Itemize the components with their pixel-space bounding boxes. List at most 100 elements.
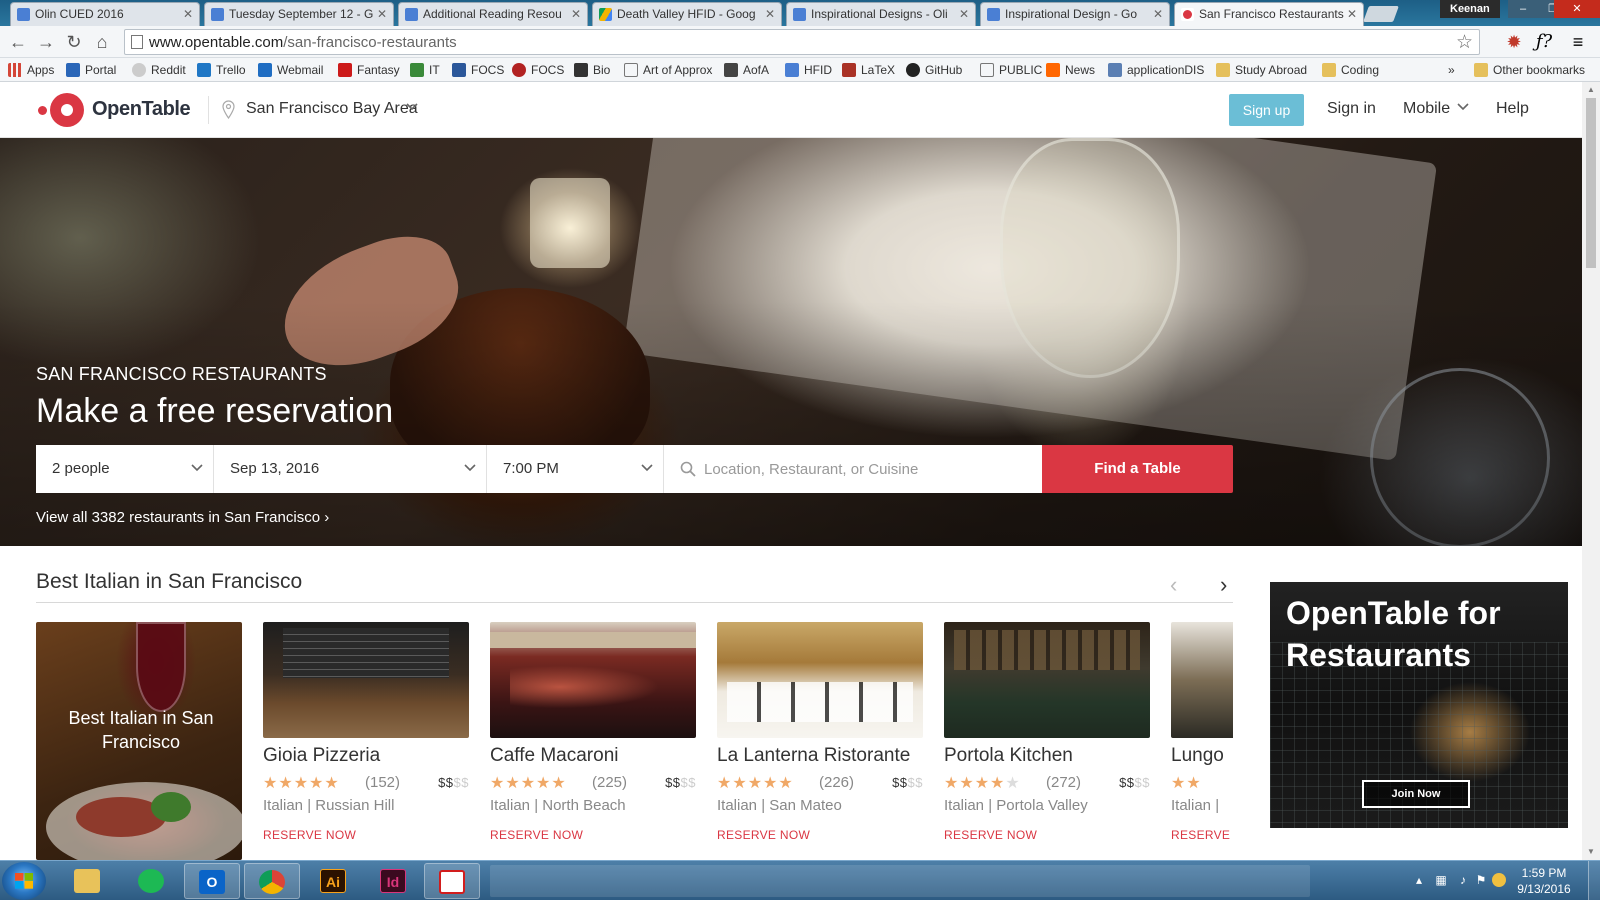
close-tab-icon[interactable]: ✕ <box>959 3 969 25</box>
site-logo[interactable]: OpenTable <box>92 98 191 121</box>
bookmark-fantasy[interactable]: Fantasy <box>338 62 400 78</box>
reserve-now-link[interactable]: RESERVE NOW <box>944 828 1037 842</box>
browser-tab[interactable]: Olin CUED 2016 ✕ <box>10 2 200 26</box>
browser-tab[interactable]: Death Valley HFID - Goog ✕ <box>592 2 782 26</box>
view-all-restaurants-link[interactable]: View all 3382 restaurants in San Francis… <box>36 509 329 526</box>
taskbar-acrobat[interactable] <box>424 863 480 899</box>
browser-tab-active[interactable]: San Francisco Restaurants ✕ <box>1174 2 1364 26</box>
sign-up-button[interactable]: Sign up <box>1229 94 1304 126</box>
chevron-down-icon[interactable] <box>1457 103 1469 111</box>
restaurant-name[interactable]: Portola Kitchen <box>944 745 1073 767</box>
help-link[interactable]: Help <box>1496 100 1529 118</box>
volume-muted-icon[interactable]: ♪ <box>1456 873 1470 887</box>
formula-extension-icon[interactable]: ƒ? <box>1532 30 1556 54</box>
restaurant-name[interactable]: La Lanterna Ristorante <box>717 745 910 767</box>
reserve-now-link[interactable]: RESERVE NOW <box>263 828 356 842</box>
bookmark-latex[interactable]: LaTeX <box>842 62 895 78</box>
restaurant-card[interactable]: La Lanterna Ristorante ★★★★★ (226) $$$$ … <box>717 622 923 860</box>
close-tab-icon[interactable]: ✕ <box>1153 3 1163 25</box>
bookmark-study-abroad[interactable]: Study Abroad <box>1216 62 1307 78</box>
restaurant-promo-banner[interactable]: OpenTable for Restaurants Join Now <box>1270 582 1568 828</box>
bookmark-coding[interactable]: Coding <box>1322 62 1379 78</box>
browser-tab[interactable]: Inspirational Designs - Oli ✕ <box>786 2 976 26</box>
reserve-now-link[interactable]: RESERVE NOW <box>490 828 583 842</box>
forward-icon[interactable]: → <box>34 30 58 54</box>
taskbar-indesign[interactable]: Id <box>366 863 422 899</box>
restaurant-name[interactable]: Gioia Pizzeria <box>263 745 380 767</box>
extension-icon[interactable]: ✹ <box>1502 30 1526 54</box>
taskbar-chrome[interactable] <box>244 863 300 899</box>
close-tab-icon[interactable]: ✕ <box>571 3 581 25</box>
bookmark-bio[interactable]: Bio <box>574 62 610 78</box>
taskbar-spotify[interactable] <box>124 863 180 899</box>
bookmark-github[interactable]: GitHub <box>906 62 962 78</box>
carousel-next-icon[interactable]: › <box>1220 572 1227 598</box>
reserve-now-link[interactable]: RESERVE NOW <box>1171 828 1233 842</box>
bookmark-reddit[interactable]: Reddit <box>132 62 186 78</box>
close-tab-icon[interactable]: ✕ <box>1347 3 1357 25</box>
close-tab-icon[interactable]: ✕ <box>765 3 775 25</box>
restaurant-card[interactable]: Lungo ★★ Italian | RESERVE NOW <box>1171 622 1233 860</box>
reload-icon[interactable]: ↻ <box>62 30 86 54</box>
bookmark-it[interactable]: IT <box>410 62 440 78</box>
chevron-down-icon[interactable] <box>406 103 418 111</box>
bookmark-applicationdis[interactable]: applicationDIS <box>1108 62 1204 78</box>
bookmark-portal[interactable]: Portal <box>66 62 116 78</box>
scroll-down-icon[interactable]: ▼ <box>1582 844 1600 860</box>
bookmark-focs[interactable]: FOCS <box>452 62 504 78</box>
minimize-icon[interactable]: – <box>1508 0 1538 18</box>
restaurant-card[interactable]: Portola Kitchen ★★★★★ (272) $$$$ Italian… <box>944 622 1150 860</box>
taskbar-outlook[interactable]: O <box>184 863 240 899</box>
mobile-menu[interactable]: Mobile <box>1403 100 1450 118</box>
bookmark-webmail[interactable]: Webmail <box>258 62 323 78</box>
bookmark-apps[interactable]: Apps <box>8 62 54 78</box>
show-desktop-button[interactable] <box>1588 861 1600 900</box>
sign-in-link[interactable]: Sign in <box>1327 100 1376 118</box>
scroll-up-icon[interactable]: ▲ <box>1582 82 1600 98</box>
new-tab-button[interactable] <box>1363 6 1399 22</box>
show-hidden-icons[interactable]: ▴ <box>1412 873 1426 887</box>
opentable-logo-icon[interactable] <box>50 93 84 127</box>
other-bookmarks[interactable]: Other bookmarks <box>1474 62 1585 78</box>
taskbar-file-explorer[interactable] <box>60 863 116 899</box>
bookmarks-overflow-button[interactable]: » <box>1448 62 1455 78</box>
time-select[interactable]: 7:00 PM <box>487 445 664 493</box>
join-now-button[interactable]: Join Now <box>1362 780 1470 808</box>
menu-icon[interactable]: ≡ <box>1566 30 1590 54</box>
page-scrollbar[interactable]: ▲ ▼ <box>1582 82 1600 860</box>
network-icon[interactable]: ▦ <box>1434 873 1448 887</box>
profile-name[interactable]: Keenan <box>1440 0 1500 18</box>
taskbar-illustrator[interactable]: Ai <box>306 863 362 899</box>
bookmark-art-of-approx[interactable]: Art of Approx <box>624 62 712 78</box>
restaurant-name[interactable]: Caffe Macaroni <box>490 745 619 767</box>
find-table-button[interactable]: Find a Table <box>1042 445 1233 493</box>
metro-selector[interactable]: San Francisco Bay Area <box>246 100 418 118</box>
browser-tab[interactable]: Additional Reading Resou ✕ <box>398 2 588 26</box>
feature-card[interactable]: Best Italian in San Francisco <box>36 622 242 860</box>
bookmark-news[interactable]: News <box>1046 62 1095 78</box>
date-picker[interactable]: Sep 13, 2016 <box>214 445 487 493</box>
restaurant-card[interactable]: Caffe Macaroni ★★★★★ (225) $$$$ Italian … <box>490 622 696 860</box>
home-icon[interactable]: ⌂ <box>90 30 114 54</box>
restaurant-name[interactable]: Lungo <box>1171 745 1224 767</box>
address-bar[interactable]: www.opentable.com/san-francisco-restaura… <box>124 29 1480 55</box>
power-icon[interactable]: ⚑ <box>1474 873 1488 887</box>
url-text[interactable]: www.opentable.com/san-francisco-restaura… <box>149 34 457 51</box>
browser-tab[interactable]: Tuesday September 12 - G ✕ <box>204 2 394 26</box>
close-window-icon[interactable]: ✕ <box>1554 0 1600 18</box>
bookmark-hfid[interactable]: HFID <box>785 62 832 78</box>
bookmark-public[interactable]: PUBLIC <box>980 62 1042 78</box>
battery-icon[interactable] <box>1492 873 1506 887</box>
close-tab-icon[interactable]: ✕ <box>183 3 193 25</box>
search-input[interactable] <box>704 457 1024 481</box>
scroll-thumb[interactable] <box>1586 98 1596 268</box>
bookmark-trello[interactable]: Trello <box>197 62 246 78</box>
start-menu-icon[interactable] <box>2 862 46 900</box>
party-size-select[interactable]: 2 people <box>36 445 214 493</box>
bookmark-aofa[interactable]: AofA <box>724 62 769 78</box>
reserve-now-link[interactable]: RESERVE NOW <box>717 828 810 842</box>
system-clock[interactable]: 1:59 PM 9/13/2016 <box>1508 865 1580 897</box>
close-tab-icon[interactable]: ✕ <box>377 3 387 25</box>
back-icon[interactable]: ← <box>6 30 30 54</box>
browser-tab[interactable]: Inspirational Design - Go ✕ <box>980 2 1170 26</box>
